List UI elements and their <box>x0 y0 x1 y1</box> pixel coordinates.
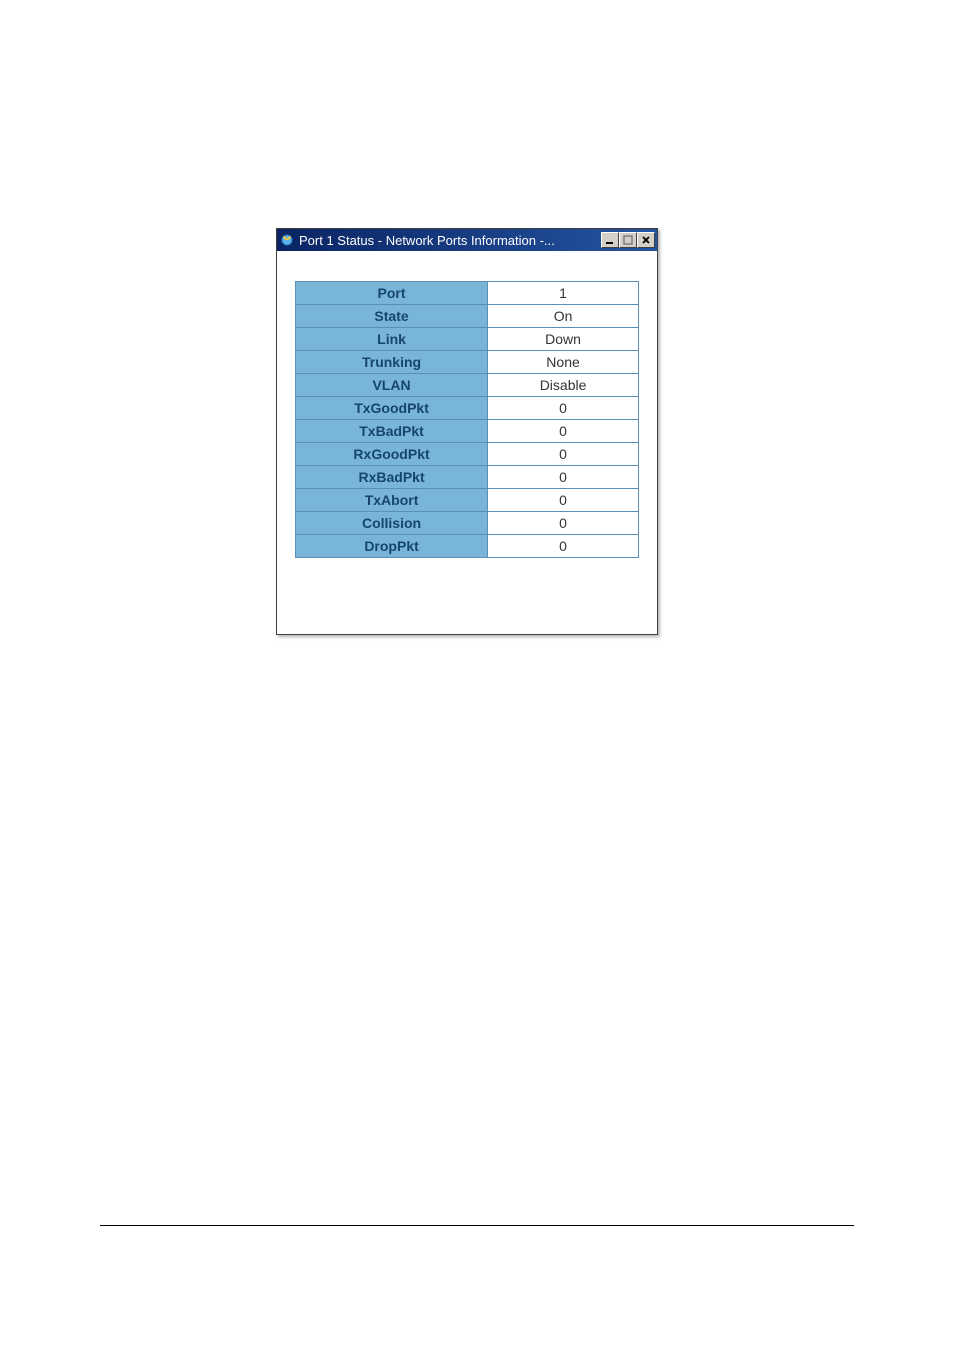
row-value: 1 <box>488 282 639 305</box>
window-title: Port 1 Status - Network Ports Informatio… <box>299 233 601 248</box>
table-row: Trunking None <box>296 351 639 374</box>
table-row: RxBadPkt 0 <box>296 466 639 489</box>
row-label: Port <box>296 282 488 305</box>
row-label: VLAN <box>296 374 488 397</box>
row-label: RxBadPkt <box>296 466 488 489</box>
table-row: Link Down <box>296 328 639 351</box>
close-button[interactable] <box>637 232 655 248</box>
row-value: Down <box>488 328 639 351</box>
table-row: Collision 0 <box>296 512 639 535</box>
table-row: State On <box>296 305 639 328</box>
port-status-window: Port 1 Status - Network Ports Informatio… <box>276 228 658 635</box>
row-value: 0 <box>488 443 639 466</box>
row-label: TxGoodPkt <box>296 397 488 420</box>
row-value: 0 <box>488 397 639 420</box>
row-label: Trunking <box>296 351 488 374</box>
maximize-button[interactable] <box>619 232 637 248</box>
row-label: TxAbort <box>296 489 488 512</box>
row-value: On <box>488 305 639 328</box>
row-label: State <box>296 305 488 328</box>
window-titlebar[interactable]: Port 1 Status - Network Ports Informatio… <box>277 229 657 251</box>
row-label: DropPkt <box>296 535 488 558</box>
page-footer-rule <box>100 1225 854 1226</box>
row-label: Collision <box>296 512 488 535</box>
row-value: 0 <box>488 512 639 535</box>
minimize-button[interactable] <box>601 232 619 248</box>
row-value: None <box>488 351 639 374</box>
row-value: 0 <box>488 420 639 443</box>
port-status-table: Port 1 State On Link Down Trunking None … <box>295 281 639 558</box>
table-row: Port 1 <box>296 282 639 305</box>
table-row: TxGoodPkt 0 <box>296 397 639 420</box>
table-row: TxBadPkt 0 <box>296 420 639 443</box>
row-value: 0 <box>488 466 639 489</box>
row-value: 0 <box>488 489 639 512</box>
table-row: TxAbort 0 <box>296 489 639 512</box>
row-value: 0 <box>488 535 639 558</box>
window-controls <box>601 232 655 248</box>
table-row: RxGoodPkt 0 <box>296 443 639 466</box>
row-label: RxGoodPkt <box>296 443 488 466</box>
row-label: Link <box>296 328 488 351</box>
table-row: DropPkt 0 <box>296 535 639 558</box>
row-label: TxBadPkt <box>296 420 488 443</box>
table-row: VLAN Disable <box>296 374 639 397</box>
row-value: Disable <box>488 374 639 397</box>
window-body: Port 1 State On Link Down Trunking None … <box>277 251 657 568</box>
ie-icon <box>279 232 295 248</box>
